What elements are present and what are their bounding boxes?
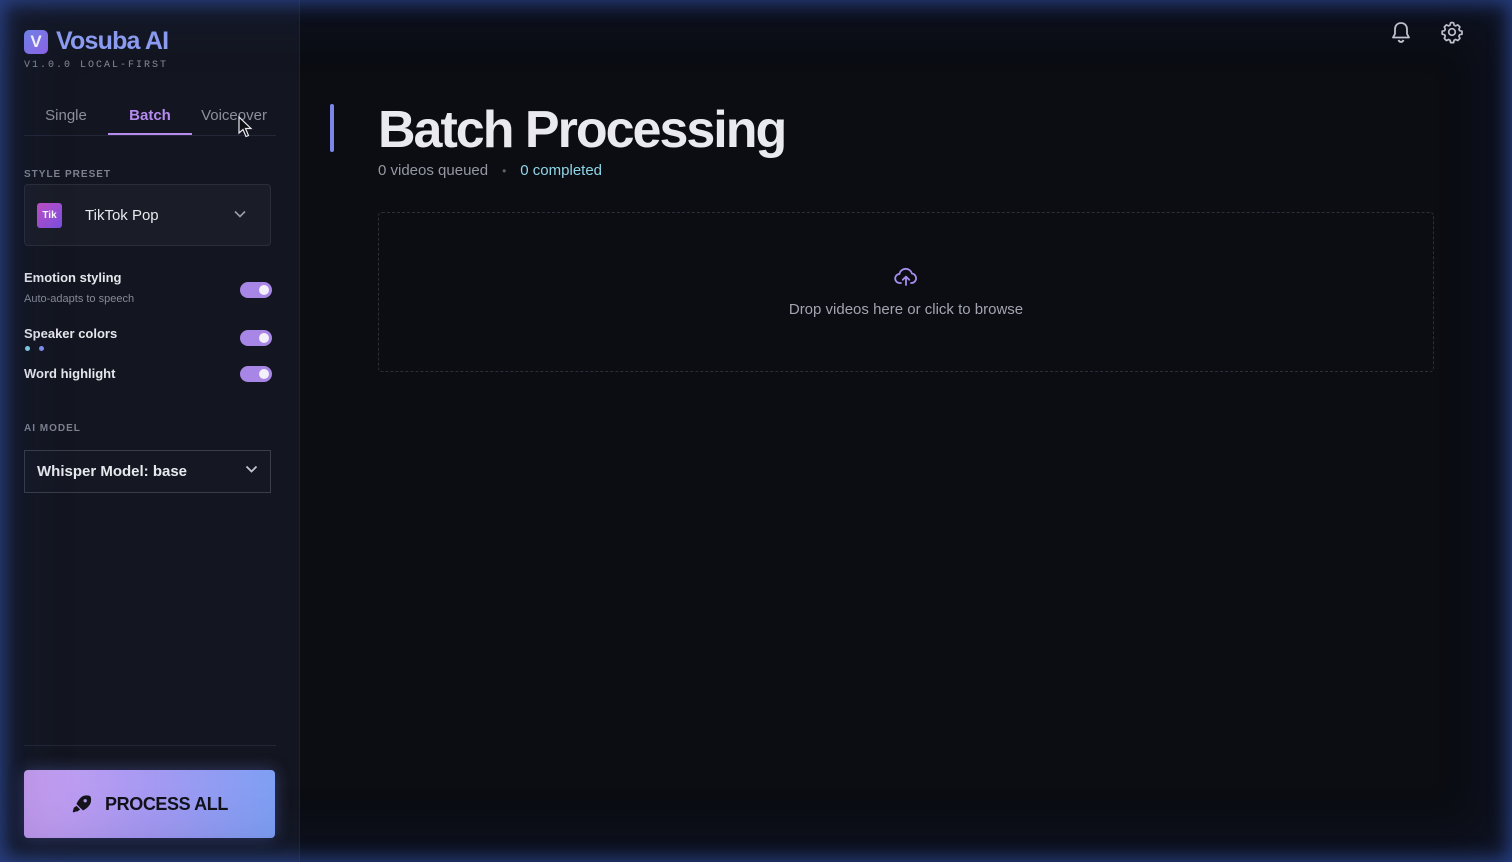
ai-model-select[interactable]: Whisper Model: base [24, 450, 271, 493]
bell-icon[interactable] [1390, 20, 1412, 44]
batch-stats: 0 videos queued • 0 completed [378, 162, 602, 179]
mouse-cursor-icon [238, 116, 253, 138]
app-version: V1.0.0 LOCAL-FIRST [24, 60, 169, 71]
preset-selected-value: TikTok Pop [85, 206, 159, 224]
app-logo: V [24, 29, 48, 54]
speaker-color-swatches [25, 346, 272, 351]
sidebar-divider [24, 745, 276, 746]
chevron-down-icon [234, 210, 246, 218]
emotion-styling-row: Emotion styling Auto-adapts to speech [24, 270, 272, 305]
gear-icon[interactable] [1440, 20, 1464, 44]
ai-model-selected-value: Whisper Model: base [37, 463, 188, 480]
page-title: Batch Processing [378, 101, 787, 159]
sidebar: V Vosuba AI V1.0.0 LOCAL-FIRST Single Ba… [0, 0, 300, 862]
stats-separator: • [502, 163, 507, 178]
queued-count: 0 videos queued [378, 162, 489, 179]
style-preset-label: STYLE PRESET [24, 169, 112, 180]
preset-thumbnail: Tik [37, 202, 62, 228]
video-dropzone[interactable]: Drop videos here or click to browse [378, 212, 1434, 372]
tab-voiceover[interactable]: Voiceover [192, 100, 276, 135]
word-highlight-row: Word highlight [24, 366, 272, 382]
cloud-upload-icon [894, 267, 917, 286]
emotion-styling-toggle[interactable] [240, 282, 272, 298]
process-all-label: PROCESS ALL [105, 793, 228, 814]
app-name: Vosuba AI [56, 27, 169, 55]
speaker-colors-toggle[interactable] [240, 330, 272, 346]
tab-batch[interactable]: Batch [108, 100, 192, 135]
emotion-styling-label: Emotion styling [24, 270, 122, 285]
emotion-styling-sublabel: Auto-adapts to speech [24, 293, 135, 305]
title-accent-bar [330, 104, 334, 152]
style-preset-select[interactable]: Tik TikTok Pop [24, 184, 271, 246]
speaker-colors-label: Speaker colors [24, 326, 118, 341]
chevron-down-icon [245, 465, 258, 473]
speaker-colors-row: Speaker colors [24, 326, 272, 351]
header-actions [1390, 20, 1464, 44]
ai-model-label: AI MODEL [24, 423, 81, 434]
dropzone-instructions: Drop videos here or click to browse [788, 300, 1024, 318]
process-all-button[interactable]: PROCESS ALL [24, 770, 275, 838]
speaker-color-dot [25, 346, 30, 351]
word-highlight-toggle[interactable] [240, 366, 272, 382]
rocket-icon [72, 795, 92, 813]
completed-count: 0 completed [520, 162, 603, 179]
brand: V Vosuba AI [24, 27, 169, 56]
tab-single[interactable]: Single [24, 100, 108, 135]
speaker-color-dot [39, 346, 44, 351]
word-highlight-label: Word highlight [24, 366, 116, 381]
